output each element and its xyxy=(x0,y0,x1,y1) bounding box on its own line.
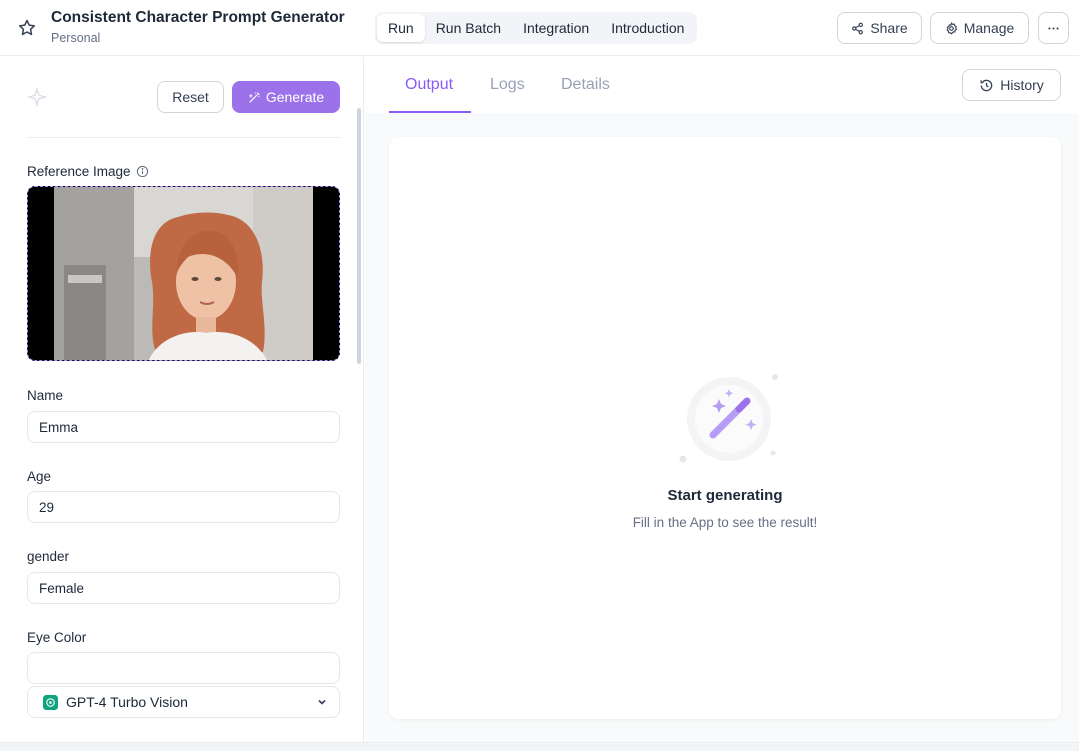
active-tab-indicator xyxy=(389,111,471,113)
model-name: GPT-4 Turbo Vision xyxy=(66,694,188,710)
tab-introduction[interactable]: Introduction xyxy=(600,14,695,42)
gender-input[interactable]: Female xyxy=(27,572,340,604)
reference-image-label: Reference Image xyxy=(27,164,149,179)
info-icon[interactable] xyxy=(136,165,149,178)
wand-icon xyxy=(249,91,260,103)
tab-run-batch[interactable]: Run Batch xyxy=(425,14,512,42)
reference-image-label-text: Reference Image xyxy=(27,164,131,179)
output-tabs: Output Logs Details History xyxy=(365,57,1079,113)
chevron-down-icon xyxy=(318,699,326,705)
reference-photo xyxy=(28,187,339,360)
history-label: History xyxy=(1000,77,1044,93)
output-card: Start generating Fill in the App to see … xyxy=(389,137,1061,719)
name-field-label: Name xyxy=(27,388,64,403)
openai-icon xyxy=(43,694,58,710)
tab-integration[interactable]: Integration xyxy=(512,14,600,42)
gender-field-label: gender xyxy=(27,549,70,564)
share-icon xyxy=(852,22,864,34)
tab-details[interactable]: Details xyxy=(561,76,610,94)
more-button[interactable] xyxy=(1038,12,1069,44)
history-button[interactable]: History xyxy=(962,69,1061,101)
name-input[interactable]: Emma xyxy=(27,411,340,443)
manage-label: Manage xyxy=(963,20,1015,36)
empty-state-title: Start generating xyxy=(667,487,783,504)
scrollbar[interactable] xyxy=(357,108,361,364)
reference-image-upload[interactable] xyxy=(27,186,340,361)
app-header: Consistent Character Prompt Generator Pe… xyxy=(0,0,1079,56)
tab-logs[interactable]: Logs xyxy=(490,76,525,94)
tab-output[interactable]: Output xyxy=(405,76,453,94)
generate-button[interactable]: Generate xyxy=(232,81,340,113)
workspace-label: Personal xyxy=(51,31,101,45)
empty-state-subtitle: Fill in the App to see the result! xyxy=(632,515,818,530)
app-title: Consistent Character Prompt Generator xyxy=(51,9,345,26)
model-selector[interactable]: GPT-4 Turbo Vision xyxy=(27,686,340,718)
age-field-label: Age xyxy=(27,469,52,484)
magic-wand-icon xyxy=(679,374,778,463)
ellipsis-icon xyxy=(1048,26,1059,30)
history-icon xyxy=(980,79,993,91)
eye-color-field-label: Eye Color xyxy=(27,630,87,645)
tab-run[interactable]: Run xyxy=(377,14,425,42)
manage-button[interactable]: Manage xyxy=(930,12,1029,44)
eye-color-input[interactable] xyxy=(27,652,340,684)
gear-icon xyxy=(946,21,957,35)
input-panel: Reset Generate Reference Image Name Emma xyxy=(3,57,364,742)
share-label: Share xyxy=(870,20,908,36)
share-button[interactable]: Share xyxy=(837,12,922,44)
star-icon[interactable] xyxy=(17,18,37,38)
divider xyxy=(27,137,341,138)
generate-label: Generate xyxy=(265,89,325,105)
sparkle-icon xyxy=(27,87,47,107)
bottom-bar xyxy=(0,742,1079,751)
reset-button[interactable]: Reset xyxy=(157,81,224,113)
output-panel: Output Logs Details History Start genera… xyxy=(365,57,1079,742)
age-input[interactable]: 29 xyxy=(27,491,340,523)
mode-tabs: Run Run Batch Integration Introduction xyxy=(375,12,698,44)
